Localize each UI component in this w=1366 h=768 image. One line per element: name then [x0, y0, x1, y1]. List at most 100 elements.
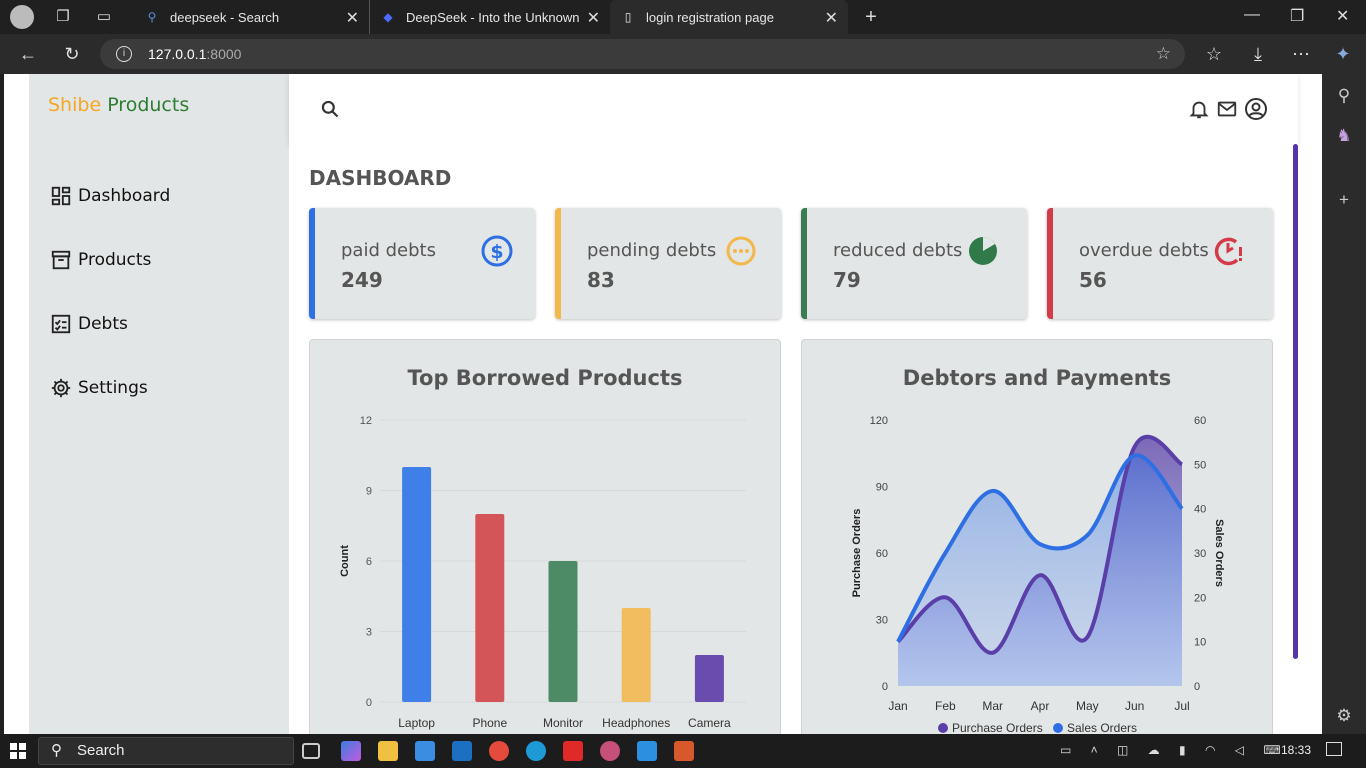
- copilot-icon[interactable]: [341, 741, 361, 761]
- area-chart-panel: Debtors and Payments 0 30 60 90 120 0 10 20 30 40…: [801, 339, 1273, 734]
- y-left-tick-label: 0: [882, 681, 888, 693]
- bar-phone: [475, 514, 505, 702]
- notifications-icon[interactable]: [1326, 742, 1342, 756]
- url-field[interactable]: i 127.0.0.1:8000 ☆: [100, 39, 1185, 69]
- mail-icon[interactable]: [1216, 98, 1238, 120]
- close-icon[interactable]: ✕: [587, 8, 600, 28]
- tab-3[interactable]: ▯ login registration page ✕: [610, 0, 848, 34]
- tab-actions-icon[interactable]: ▭: [93, 7, 115, 27]
- app-icon[interactable]: [674, 741, 694, 761]
- x-tick-label: Mar: [982, 699, 1003, 713]
- x-tick-label: Apr: [1031, 699, 1050, 713]
- sidebar-item-label: Settings: [78, 378, 148, 398]
- user-circle-icon[interactable]: [1244, 97, 1268, 121]
- y-tick-label: 12: [360, 415, 372, 427]
- y-tick-label: 0: [366, 697, 372, 709]
- minimize-icon[interactable]: —: [1244, 6, 1260, 24]
- area-sales-orders: [898, 455, 1182, 686]
- taskbar-search[interactable]: ⚲ Search: [38, 737, 294, 765]
- stat-card-pending[interactable]: pending debts 83: [555, 208, 781, 319]
- x-tick-label: Jan: [888, 699, 907, 713]
- system-tray-icons[interactable]: ▭ ˄ ◫ ☁ ▮ ◠ ◁ ⌨: [1060, 743, 1289, 757]
- copilot-icon[interactable]: ✦: [1331, 44, 1355, 65]
- close-icon[interactable]: ✕: [825, 8, 838, 28]
- x-tick-label: Feb: [935, 699, 956, 713]
- legend-label-sales-orders: Sales Orders: [1067, 721, 1137, 734]
- bar-chart: 0 3 6 9 12 Count Laptop Phone Monitor Headphones C…: [339, 415, 746, 730]
- new-tab-icon[interactable]: +: [860, 7, 882, 27]
- more-icon[interactable]: ⋯: [1289, 44, 1313, 65]
- stat-card-paid[interactable]: paid debts 249 $: [309, 208, 535, 319]
- file-explorer-icon[interactable]: [378, 741, 398, 761]
- edge-icon[interactable]: [526, 741, 546, 761]
- y-left-tick-label: 30: [876, 615, 888, 627]
- x-tick-label: Camera: [688, 716, 731, 730]
- mail-app-icon[interactable]: [452, 741, 472, 761]
- address-bar-row: ← ↻ i 127.0.0.1:8000 ☆ ☆ ⤓ ⋯ ✦: [0, 34, 1366, 74]
- app-icon[interactable]: [600, 741, 620, 761]
- site-info-icon[interactable]: i: [116, 46, 132, 62]
- y-tick-label: 3: [366, 627, 372, 639]
- y-right-tick-label: 10: [1194, 637, 1206, 649]
- brand-part-1: Shibe: [48, 94, 102, 116]
- bar-headphones: [621, 608, 651, 702]
- games-icon[interactable]: ♞: [1334, 126, 1354, 146]
- sidebar-item-dashboard[interactable]: Dashboard: [50, 181, 280, 211]
- scrollbar[interactable]: [1293, 144, 1298, 659]
- card-value: 79: [833, 268, 861, 292]
- tab-2[interactable]: ◆ DeepSeek - Into the Unknown ✕: [370, 0, 610, 34]
- chrome-icon[interactable]: [489, 741, 509, 761]
- sidebar-item-label: Dashboard: [78, 186, 171, 206]
- workspaces-icon[interactable]: ❐: [52, 7, 74, 27]
- edge-sidebar: ⚲ ♞ + ⚙: [1322, 74, 1366, 734]
- youtube-icon[interactable]: [563, 741, 583, 761]
- sidebar-item-products[interactable]: Products: [50, 245, 280, 275]
- svg-text:$: $: [490, 241, 503, 263]
- overdue-icon: [1214, 237, 1242, 266]
- refresh-icon[interactable]: ↻: [60, 44, 84, 65]
- back-icon[interactable]: ←: [16, 44, 40, 65]
- sidebar-item-settings[interactable]: Settings: [50, 373, 280, 403]
- settings-icon[interactable]: ⚙: [1334, 706, 1354, 726]
- y-right-tick-label: 30: [1194, 548, 1206, 560]
- x-tick-label: Jun: [1125, 699, 1144, 713]
- stat-card-overdue[interactable]: overdue debts 56: [1047, 208, 1273, 319]
- brand-logo[interactable]: Shibe Products: [48, 94, 189, 116]
- y-right-tick-label: 20: [1194, 592, 1206, 604]
- favorite-star-icon[interactable]: ☆: [1156, 39, 1171, 69]
- legend-marker-purchase-orders: [938, 723, 948, 733]
- x-tick-label: Laptop: [398, 716, 435, 730]
- search-icon[interactable]: [320, 99, 340, 119]
- y-left-tick-label: 120: [870, 415, 888, 427]
- search-icon[interactable]: ⚲: [1334, 86, 1354, 106]
- y-right-tick-label: 0: [1194, 681, 1200, 693]
- task-view-icon[interactable]: [302, 743, 320, 759]
- windows-start-icon[interactable]: [10, 743, 26, 759]
- web-page: Shibe Products Dashboard Products Debts …: [4, 74, 1322, 734]
- y-left-tick-label: 90: [876, 482, 888, 494]
- legend-marker-sales-orders: [1053, 723, 1063, 733]
- bar-monitor: [548, 561, 578, 702]
- card-label: pending debts: [587, 240, 717, 261]
- tab-1-label: deepseek - Search: [170, 9, 280, 25]
- favorites-icon[interactable]: ☆: [1202, 44, 1226, 65]
- stat-card-reduced[interactable]: reduced debts 79: [801, 208, 1027, 319]
- add-icon[interactable]: +: [1334, 190, 1354, 210]
- store-icon[interactable]: [415, 741, 435, 761]
- restore-icon[interactable]: ❐: [1290, 6, 1304, 26]
- close-icon[interactable]: ✕: [346, 8, 359, 28]
- sidebar-item-debts[interactable]: Debts: [50, 309, 280, 339]
- x-tick-label: Monitor: [543, 716, 583, 730]
- bar-chart-panel: Top Borrowed Products 0 3 6 9 12 Count Laptop P…: [309, 339, 781, 734]
- y-left-axis-label: Purchase Orders: [851, 509, 863, 598]
- bell-icon[interactable]: [1188, 98, 1210, 120]
- vscode-icon[interactable]: [637, 741, 657, 761]
- y-right-tick-label: 40: [1194, 504, 1206, 516]
- downloads-icon[interactable]: ⤓: [1246, 44, 1270, 65]
- y-tick-label: 6: [366, 556, 372, 568]
- close-window-icon[interactable]: ✕: [1336, 6, 1349, 26]
- profile-avatar[interactable]: [10, 5, 34, 29]
- tab-1[interactable]: ⚲ deepseek - Search ✕: [134, 0, 370, 34]
- clock[interactable]: 18:33: [1281, 743, 1311, 757]
- card-label: overdue debts: [1079, 240, 1209, 261]
